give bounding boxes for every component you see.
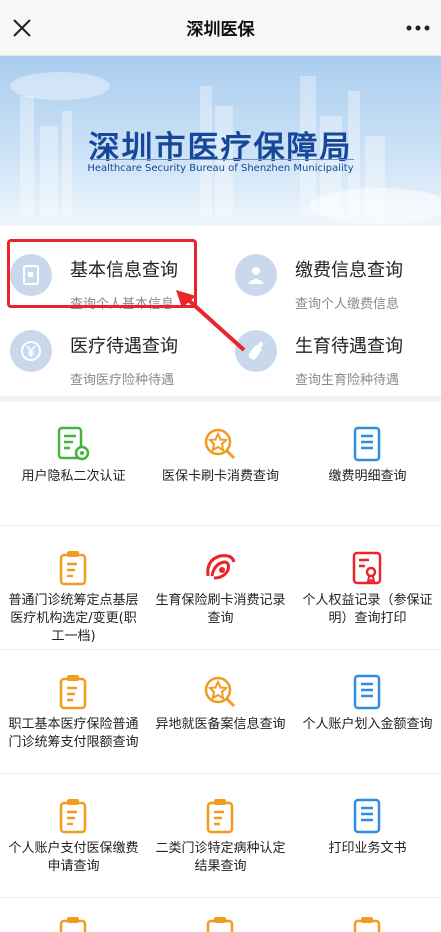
grid-item[interactable]: 个人权益记录（参保证明）查询打印: [294, 526, 441, 650]
clipboard-icon: [353, 917, 381, 932]
page-title: 深圳医保: [186, 20, 255, 40]
clipboard-icon: [59, 917, 87, 932]
grid-item-label: 打印业务文书: [328, 841, 407, 856]
grid-item[interactable]: 打印业务文书: [294, 774, 441, 898]
quick-title: 医疗待遇查询: [70, 336, 178, 357]
certificate-icon: [352, 551, 382, 585]
badge-search-icon: [204, 676, 236, 708]
doc-gear-icon: [57, 426, 90, 461]
grid-item[interactable]: 职工基本医疗保险普通门诊统筹支付限额查询: [0, 650, 147, 774]
grid-item[interactable]: 缴费明细查询: [294, 402, 441, 526]
grid-item[interactable]: 用户隐私二次认证: [0, 402, 147, 526]
more-icon[interactable]: [405, 22, 431, 34]
yen-icon: [10, 330, 52, 372]
grid-item-label: 医保卡刷卡消费查询: [161, 469, 279, 484]
clipboard-icon: [206, 799, 234, 834]
grid-row: 个人账户支付医保缴费申请查询 二类门诊特定病种认定结果查询 打印业务文书: [0, 774, 441, 898]
quick-subtitle: 查询生育险种待遇: [295, 373, 400, 388]
list-doc-icon: [353, 798, 381, 834]
grid-item-label: 个人账户划入金额查询: [302, 717, 433, 732]
clipboard-icon: [59, 551, 87, 586]
grid-item-label: 异地就医备案信息查询: [155, 717, 286, 732]
grid-item[interactable]: 个人账户划入金额查询: [294, 650, 441, 774]
grid-item-label: 生育保险刷卡消费记录查询: [155, 593, 286, 626]
grid-item[interactable]: 异地就医备案信息查询: [147, 650, 294, 774]
top-navbar: 深圳医保: [0, 0, 441, 56]
grid-item[interactable]: 二类门诊特定病种认定结果查询: [147, 774, 294, 898]
quick-payment-info[interactable]: 缴费信息查询 查询个人缴费信息: [225, 234, 441, 314]
pointer-arrow: [176, 290, 246, 352]
grid-item-label: 缴费明细查询: [328, 469, 407, 484]
banner-subtitle: Healthcare Security Bureau of Shenzhen M…: [87, 163, 354, 174]
grid-item[interactable]: 个人账户支付医保缴费申请查询: [0, 774, 147, 898]
quick-title: 缴费信息查询: [295, 260, 403, 281]
clipboard-icon: [206, 917, 234, 932]
clipboard-icon: [59, 675, 87, 710]
badge-search-icon: [204, 428, 236, 460]
grid-item-label: 个人权益记录（参保证明）查询打印: [302, 593, 433, 626]
list-doc-icon: [353, 426, 381, 462]
grid-row: 职工基本医疗保险普通门诊统筹支付限额查询 异地就医备案信息查询 个人账户划入金额…: [0, 650, 441, 774]
list-doc-icon: [353, 674, 381, 710]
grid-item[interactable]: 生育保险刷卡消费记录查询: [147, 526, 294, 650]
grid-row-partial: [0, 898, 441, 932]
grid-item-label: 个人账户支付医保缴费申请查询: [8, 841, 139, 874]
grid-item-label: 二类门诊特定病种认定结果查询: [155, 841, 286, 874]
brand-logo-icon: [206, 554, 236, 580]
banner-divider: [92, 159, 354, 160]
grid-item-label: 普通门诊统筹定点基层医疗机构选定/变更(职工一档): [8, 593, 139, 644]
quick-subtitle: 查询医疗险种待遇: [70, 373, 175, 388]
clipboard-icon: [59, 799, 87, 834]
grid-item-label: 职工基本医疗保险普通门诊统筹支付限额查询: [8, 717, 139, 750]
quick-maternity-benefit[interactable]: 生育待遇查询 查询生育险种待遇: [225, 310, 441, 390]
highlight-box: [7, 239, 197, 308]
close-icon[interactable]: [8, 14, 36, 42]
grid-row: 用户隐私二次认证 医保卡刷卡消费查询 缴费明细查询: [0, 402, 441, 526]
service-grid: 用户隐私二次认证 医保卡刷卡消费查询 缴费明细查询 普通门诊统筹定点基层医疗机构…: [0, 402, 441, 932]
banner-title: 深圳市医疗保障局: [88, 130, 353, 166]
grid-item[interactable]: 医保卡刷卡消费查询: [147, 402, 294, 526]
quick-title: 生育待遇查询: [295, 336, 403, 357]
grid-item-label: 用户隐私二次认证: [21, 469, 126, 484]
grid-row: 普通门诊统筹定点基层医疗机构选定/变更(职工一档) 生育保险刷卡消费记录查询 个…: [0, 526, 441, 650]
grid-item[interactable]: 普通门诊统筹定点基层医疗机构选定/变更(职工一档): [0, 526, 147, 650]
